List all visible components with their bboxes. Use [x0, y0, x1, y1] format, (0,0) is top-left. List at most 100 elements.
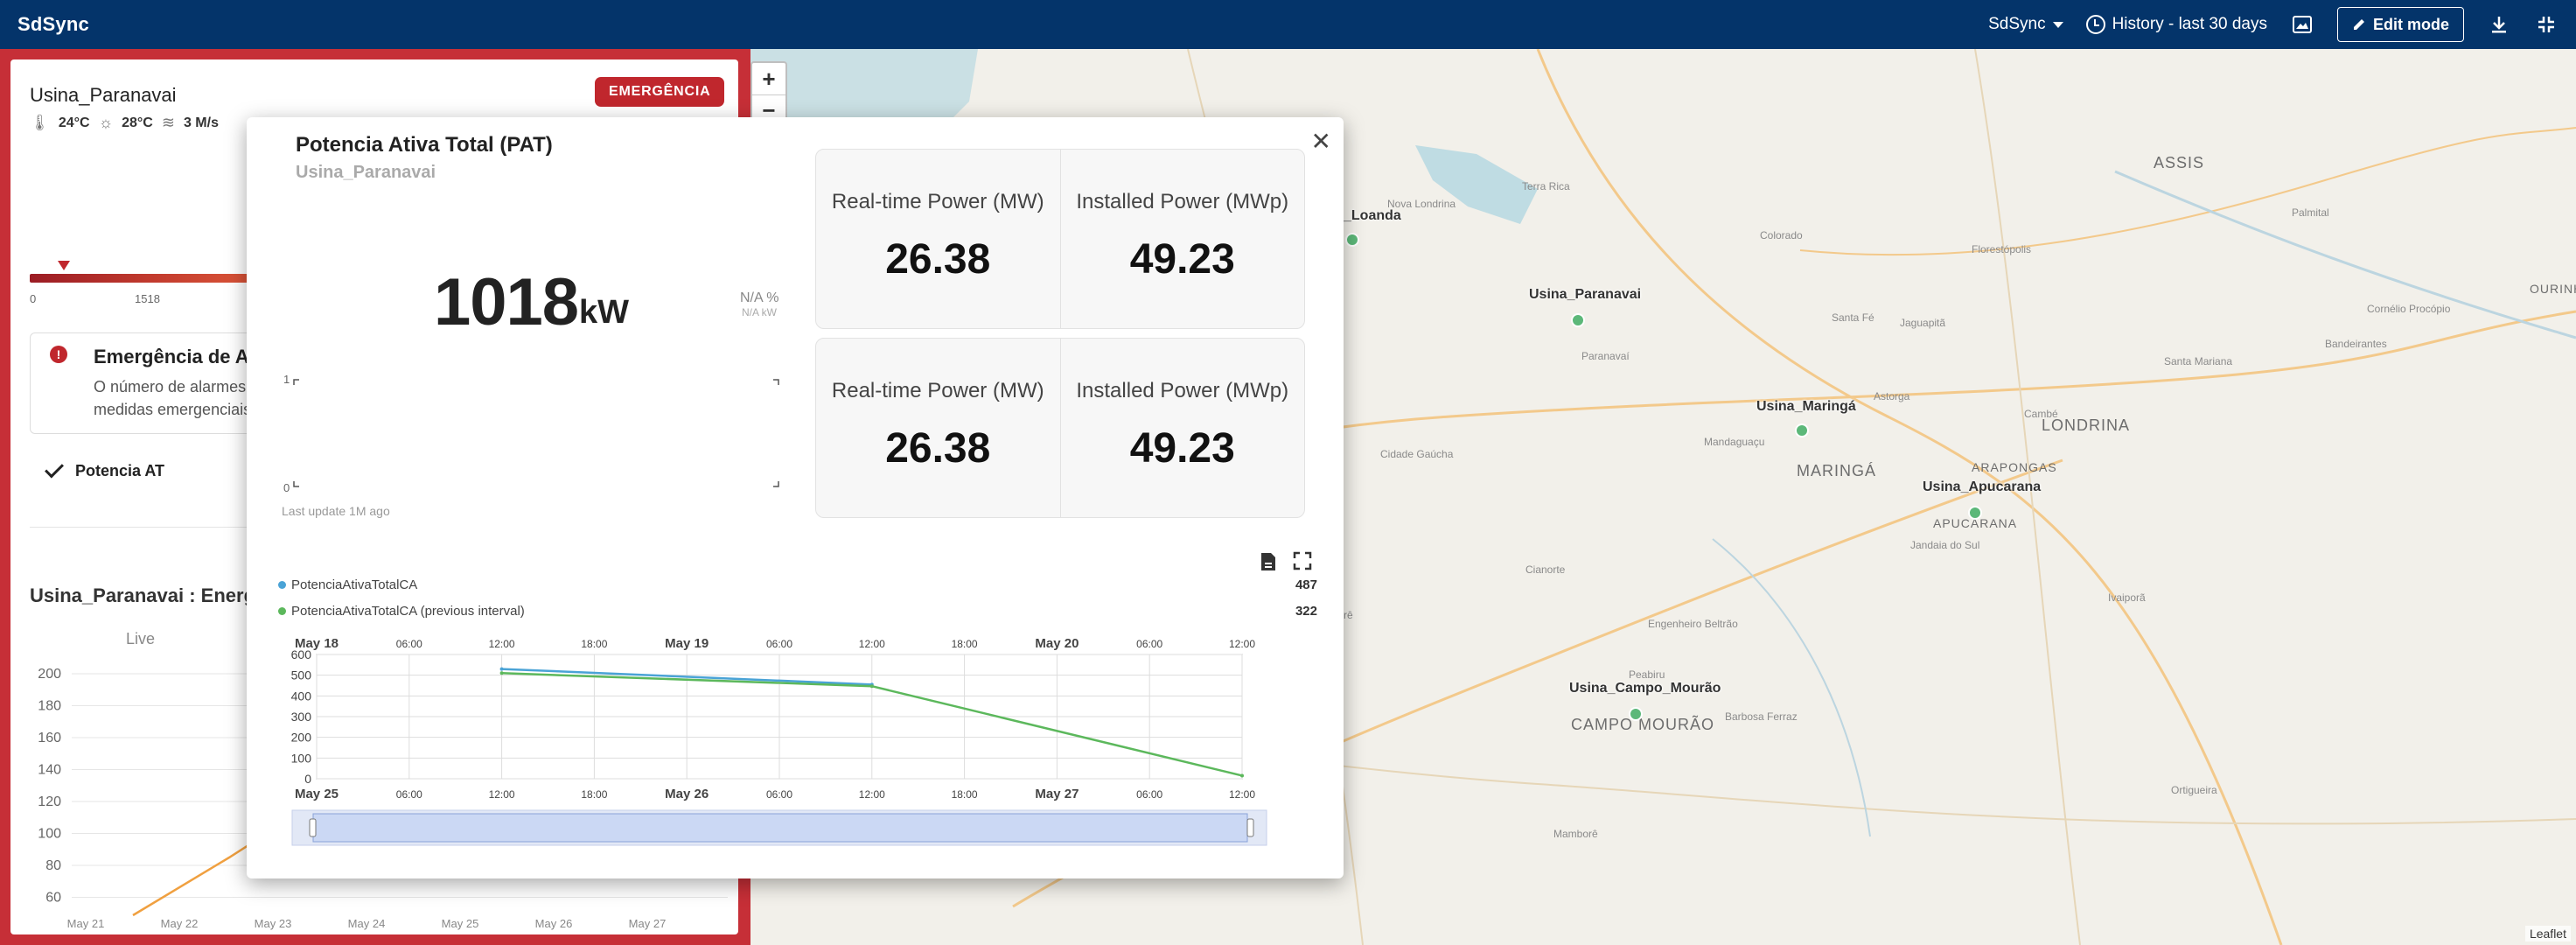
map-town: Mandaguaçu: [1704, 436, 1765, 448]
plant-marker[interactable]: [1571, 313, 1585, 327]
x-tick-top: 12:00: [859, 638, 885, 650]
top-bar: SdSync SdSync History - last 30 days Edi…: [0, 0, 2576, 49]
energy-y-tick: 120: [38, 794, 61, 809]
x-tick-bottom: 06:00: [1136, 788, 1162, 801]
map-city: CAMPO MOURÃO: [1571, 716, 1715, 733]
wind-icon: ≋: [161, 114, 175, 131]
series-point: [499, 671, 504, 676]
map-town: Ortigueira: [2171, 784, 2217, 796]
map-city: ASSIS: [2154, 154, 2205, 172]
x-tick-bottom: May 26: [665, 787, 709, 802]
map-town: Cornélio Procópio: [2367, 303, 2451, 315]
popup-title: Potencia Ativa Total (PAT): [296, 133, 553, 157]
plant-marker[interactable]: [1795, 424, 1809, 438]
kpi-label: Real-time Power (MW): [831, 190, 1044, 214]
x-tick-top: May 19: [665, 636, 709, 651]
legend-label: PotenciaAtivaTotalCA: [291, 578, 418, 592]
image-export-icon[interactable]: [2290, 12, 2314, 37]
map-town: Bandeirantes: [2325, 338, 2387, 350]
x-tick-bottom: 18:00: [952, 788, 978, 801]
plant-label: Usina_Apucarana: [1923, 480, 2042, 494]
map-town: Santa Mariana: [2164, 355, 2233, 368]
y-tick-label: 400: [291, 689, 312, 703]
legend-item[interactable]: PotenciaAtivaTotalCA (previous interval): [278, 604, 525, 619]
check-icon: [45, 458, 64, 479]
timeseries-chart[interactable]: 0100200300400500600May 18 06:00 12:00 18:00…: [278, 620, 1310, 847]
series-point: [499, 667, 504, 671]
map-city: OURINH: [2530, 282, 2576, 296]
dashboard-select[interactable]: SdSync: [1988, 15, 2063, 34]
kpi-value: 49.23: [1129, 236, 1235, 283]
kpi-realtime: Real-time Power (MW) 26.38: [816, 339, 1060, 517]
x-tick-bottom: May 25: [295, 787, 339, 802]
series-point: [1240, 774, 1244, 778]
energy-y-tick: 80: [45, 858, 61, 873]
map-town: Peabiru: [1629, 668, 1665, 681]
map-town: Florestópolis: [1972, 243, 2032, 256]
temperature-value: 24°C: [58, 115, 90, 130]
plant-marker[interactable]: [1345, 233, 1359, 247]
live-label[interactable]: Live: [126, 630, 155, 648]
x-tick-top: May 20: [1035, 636, 1079, 651]
fullscreen-icon[interactable]: [1293, 551, 1312, 574]
kpi-card: Real-time Power (MW) 26.38 Installed Pow…: [815, 338, 1305, 518]
kpi-label: Installed Power (MWp): [1076, 379, 1289, 402]
download-icon[interactable]: [2487, 12, 2511, 37]
map-town: Engenheiro Beltrão: [1648, 618, 1738, 630]
kpi-installed: Installed Power (MWp) 49.23: [1059, 339, 1305, 517]
current-unit: kW: [579, 294, 629, 331]
gauge-marker: [58, 261, 70, 270]
map-town: Cidade Gaúcha: [1380, 448, 1454, 460]
x-tick-top: May 18: [295, 636, 339, 651]
map-city: ARAPONGAS: [1972, 460, 2057, 474]
export-csv-icon[interactable]: [1260, 551, 1279, 574]
kpi-label: Real-time Power (MW): [831, 379, 1044, 402]
legend-label: PotenciaAtivaTotalCA (previous interval): [291, 604, 525, 619]
kpi-label: Installed Power (MWp): [1076, 190, 1289, 214]
metric-checkbox[interactable]: Potencia AT: [45, 458, 165, 480]
change-percent: N/A %: [740, 290, 779, 305]
plant-marker[interactable]: [1968, 506, 1982, 520]
plant-label: Usina_Maringá: [1756, 399, 1856, 414]
feels-like-value: 28°C: [122, 115, 153, 130]
map-town: Terra Rica: [1522, 180, 1570, 192]
edit-mode-button[interactable]: Edit mode: [2336, 7, 2464, 42]
x-tick-bottom: 06:00: [396, 788, 422, 801]
series-point: [869, 684, 874, 689]
range-selection: [312, 813, 1248, 843]
energy-x-tick: May 27: [629, 917, 667, 930]
legend-swatch: [278, 607, 286, 615]
status-badge: EMERGÊNCIA: [595, 77, 725, 107]
map-town: Cianorte: [1525, 564, 1566, 576]
x-tick-bottom: 18:00: [581, 788, 607, 801]
gauge-tick: 0: [30, 292, 37, 305]
metric-checkbox-label: Potencia AT: [75, 462, 165, 480]
caret-down-icon: [2052, 21, 2063, 28]
plant-title: Usina_Paranavai: [30, 84, 177, 106]
spark-y-tick: 1: [283, 373, 290, 386]
energy-x-tick: May 22: [161, 917, 199, 930]
weather-row: 🌡 24°C ☼ 28°C ≋ 3 M/s: [30, 114, 219, 132]
spark-y-tick: 0: [283, 481, 290, 494]
current-value: 1018: [434, 265, 579, 340]
history-button[interactable]: History - last 30 days: [2085, 15, 2267, 34]
close-button[interactable]: ✕: [1311, 130, 1331, 154]
kpi-card: Real-time Power (MW) 26.38 Installed Pow…: [815, 149, 1305, 329]
pencil-icon: [2353, 19, 2364, 30]
thermometer-icon: 🌡: [30, 114, 50, 131]
alert-icon: !: [50, 346, 67, 363]
x-tick-bottom: 12:00: [1229, 788, 1255, 801]
exit-fullscreen-icon[interactable]: [2534, 12, 2559, 37]
legend-item[interactable]: PotenciaAtivaTotalCA: [278, 578, 417, 592]
y-tick-label: 0: [304, 772, 311, 786]
plant-label: Usina_Campo_Mourão: [1569, 681, 1721, 696]
sparkline-chart: 1 0: [283, 373, 779, 494]
map-attribution[interactable]: Leaflet: [2524, 926, 2571, 942]
range-handle-left: [309, 818, 317, 837]
plant-marker[interactable]: [1629, 707, 1643, 721]
zoom-in-button[interactable]: +: [752, 63, 785, 94]
energy-y-tick: 200: [38, 667, 61, 682]
app-title[interactable]: SdSync: [17, 13, 89, 36]
kpi-installed: Installed Power (MWp) 49.23: [1059, 150, 1305, 328]
y-tick-label: 100: [291, 751, 312, 765]
